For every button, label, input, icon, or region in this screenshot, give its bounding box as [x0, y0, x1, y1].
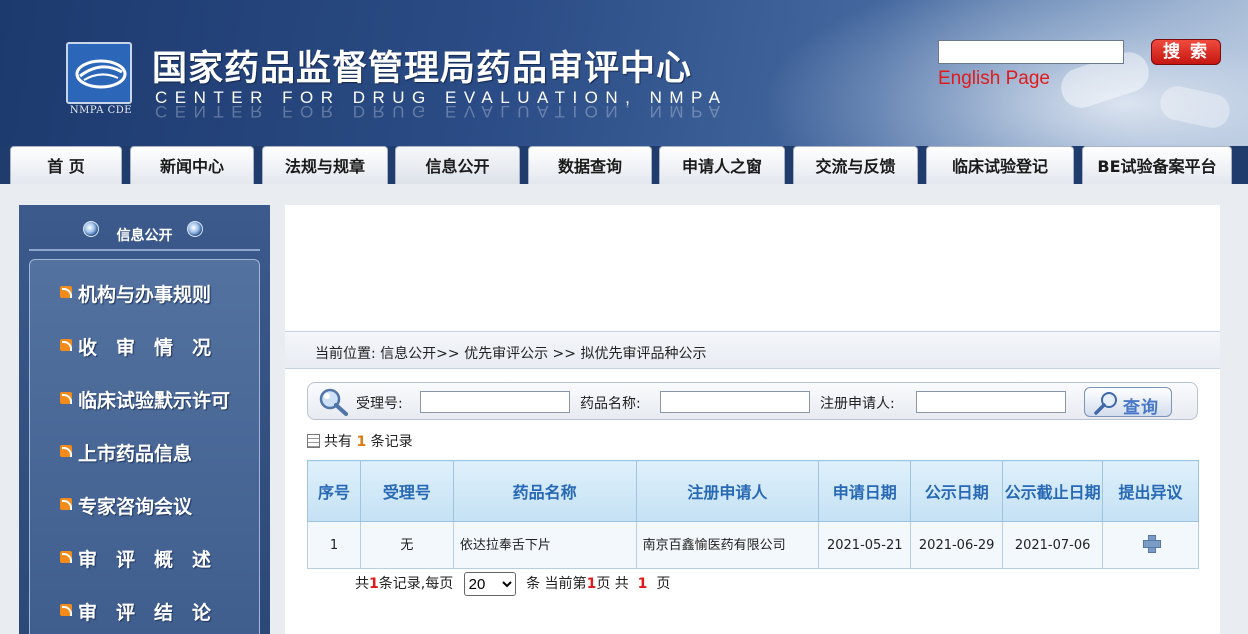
sidebar-item-listed-drugs[interactable]: 上市药品信息: [30, 431, 259, 475]
query-button[interactable]: 查询: [1084, 387, 1172, 418]
rss-icon: [60, 286, 72, 298]
sidebar-item-rules[interactable]: 机构与办事规则: [30, 272, 259, 316]
nmpa-logo-icon[interactable]: [66, 42, 132, 104]
site-title: 国家药品监督管理局药品审评中心: [152, 49, 693, 89]
cell-applicant: 南京百鑫愉医药有限公司: [635, 521, 820, 569]
nav-tab-applicant[interactable]: 申请人之窗: [659, 146, 785, 184]
sidebar-divider: [29, 249, 260, 251]
magnifier-icon: [1094, 392, 1117, 415]
nav-tab-data-query[interactable]: 数据查询: [528, 146, 652, 184]
pager-current: 1: [586, 576, 597, 592]
search-input[interactable]: [938, 40, 1124, 64]
sidebar-item-label: 专家咨询会议: [78, 496, 193, 518]
search-button[interactable]: 搜 索: [1151, 39, 1221, 65]
logo-caption: NMPA CDE: [69, 105, 133, 116]
column-header-objection: 提出异议: [1102, 460, 1199, 522]
column-header-accept-no: 受理号: [359, 460, 454, 522]
sidebar-item-review-conclusion[interactable]: 审 评 结 论: [30, 590, 259, 634]
per-page-select[interactable]: 20: [463, 572, 516, 596]
cell-drug[interactable]: 依达拉奉舌下片: [452, 521, 637, 569]
pager-text: 页 共: [596, 576, 629, 592]
pager-text: 条 当前第: [526, 576, 587, 592]
nav-tab-home[interactable]: 首 页: [10, 146, 122, 184]
rss-icon: [60, 604, 72, 616]
cell-objection: [1102, 521, 1199, 569]
column-header-index: 序号: [307, 460, 361, 522]
drug-name-input[interactable]: [660, 391, 810, 413]
main-content: 当前位置: 信息公开>> 优先审评公示 >> 拟优先审评品种公示 受理号: 药品…: [285, 205, 1220, 634]
breadcrumb[interactable]: 当前位置: 信息公开>> 优先审评公示 >> 拟优先审评品种公示: [315, 343, 706, 363]
applicant-input[interactable]: [916, 391, 1066, 413]
column-header-drug: 药品名称: [452, 460, 637, 522]
table-row: 1 无 依达拉奉舌下片 南京百鑫愉医药有限公司 2021-05-21 2021-…: [307, 521, 1199, 569]
cell-deadline: 2021-07-06: [1002, 521, 1104, 569]
record-count-prefix: 共有: [324, 434, 352, 450]
main-nav: 首 页 新闻中心 法规与规章 信息公开 数据查询 申请人之窗 交流与反馈 临床试…: [0, 146, 1248, 184]
english-page-link[interactable]: English Page: [938, 68, 1050, 90]
add-objection-icon[interactable]: [1142, 534, 1161, 553]
site-header: NMPA CDE 国家药品监督管理局药品审评中心 CENTER FOR DRUG…: [0, 0, 1248, 146]
sidebar-item-label: 审 评 概 述: [78, 549, 212, 571]
sidebar-item-clinical-permit[interactable]: 临床试验默示许可: [30, 378, 259, 422]
rss-icon: [60, 392, 72, 404]
table-header-row: 序号 受理号 药品名称 注册申请人 申请日期 公示日期 公示截止日期 提出异议: [307, 460, 1199, 522]
column-header-deadline: 公示截止日期: [1002, 460, 1104, 522]
nav-tab-news[interactable]: 新闻中心: [130, 146, 254, 184]
nav-tab-clinical-trial[interactable]: 临床试验登记: [926, 146, 1074, 184]
nav-tab-feedback[interactable]: 交流与反馈: [793, 146, 918, 184]
sidebar-item-label: 上市药品信息: [78, 443, 193, 465]
sidebar-header: 信息公开: [19, 205, 270, 251]
sidebar-item-label: 收 审 情 况: [78, 337, 212, 359]
rss-icon: [60, 551, 72, 563]
pager-pages: 1: [637, 576, 648, 592]
breadcrumb-bar: 当前位置: 信息公开>> 优先审评公示 >> 拟优先审评品种公示: [285, 331, 1220, 369]
pager-text: 页: [656, 576, 671, 592]
document-icon: [307, 434, 320, 448]
bullet-orb-icon: [187, 221, 203, 237]
query-button-label: 查询: [1123, 398, 1159, 418]
drug-name-label: 药品名称:: [580, 396, 641, 412]
rss-icon: [60, 339, 72, 351]
results-table: 序号 受理号 药品名称 注册申请人 申请日期 公示日期 公示截止日期 提出异议 …: [307, 460, 1199, 569]
cell-accept-no: 无: [359, 521, 454, 569]
sidebar-title: 信息公开: [116, 228, 173, 244]
accept-number-input[interactable]: [420, 391, 570, 413]
sidebar-item-label: 机构与办事规则: [78, 284, 212, 306]
sidebar-item-expert-meeting[interactable]: 专家咨询会议: [30, 484, 259, 528]
query-form: 受理号: 药品名称: 注册申请人: 查询: [307, 382, 1198, 420]
site-subtitle-reflection: CENTER FOR DRUG EVALUATION, NMPA: [155, 102, 728, 121]
column-header-publish-date: 公示日期: [910, 460, 1004, 522]
applicant-label: 注册申请人:: [820, 396, 895, 412]
sidebar: 信息公开 机构与办事规则 收 审 情 况 临床试验默示许可 上市药品信息 专家咨…: [19, 205, 270, 634]
sidebar-menu: 机构与办事规则 收 审 情 况 临床试验默示许可 上市药品信息 专家咨询会议 审…: [29, 259, 260, 634]
rss-icon: [60, 498, 72, 510]
sidebar-item-review-overview[interactable]: 审 评 概 述: [30, 537, 259, 581]
record-count: 共有 1 条记录: [307, 431, 413, 451]
pager-total: 1: [369, 576, 379, 592]
sidebar-item-label: 审 评 结 论: [78, 602, 212, 624]
cell-apply-date: 2021-05-21: [818, 521, 912, 569]
nav-tab-regulations[interactable]: 法规与规章: [262, 146, 388, 184]
rss-icon: [60, 445, 72, 457]
magnifier-icon: [319, 388, 348, 416]
pager-text: 条记录,每页: [378, 576, 454, 592]
cell-publish-date: 2021-06-29: [910, 521, 1004, 569]
sidebar-item-review-status[interactable]: 收 审 情 况: [30, 325, 259, 369]
cell-index: 1: [307, 521, 361, 569]
pager-text: 共: [355, 576, 369, 592]
nav-tab-info-disclosure[interactable]: 信息公开: [395, 146, 520, 184]
column-header-applicant: 注册申请人: [635, 460, 820, 522]
nav-tab-be-platform[interactable]: BE试验备案平台: [1082, 146, 1232, 184]
record-count-suffix: 条记录: [370, 434, 413, 450]
accept-number-label: 受理号:: [356, 396, 403, 412]
column-header-apply-date: 申请日期: [818, 460, 912, 522]
record-count-number: 1: [356, 434, 367, 450]
pagination: 共1条记录,每页 20 条 当前第1页 共 1 页: [355, 572, 670, 596]
sidebar-item-label: 临床试验默示许可: [78, 390, 231, 412]
